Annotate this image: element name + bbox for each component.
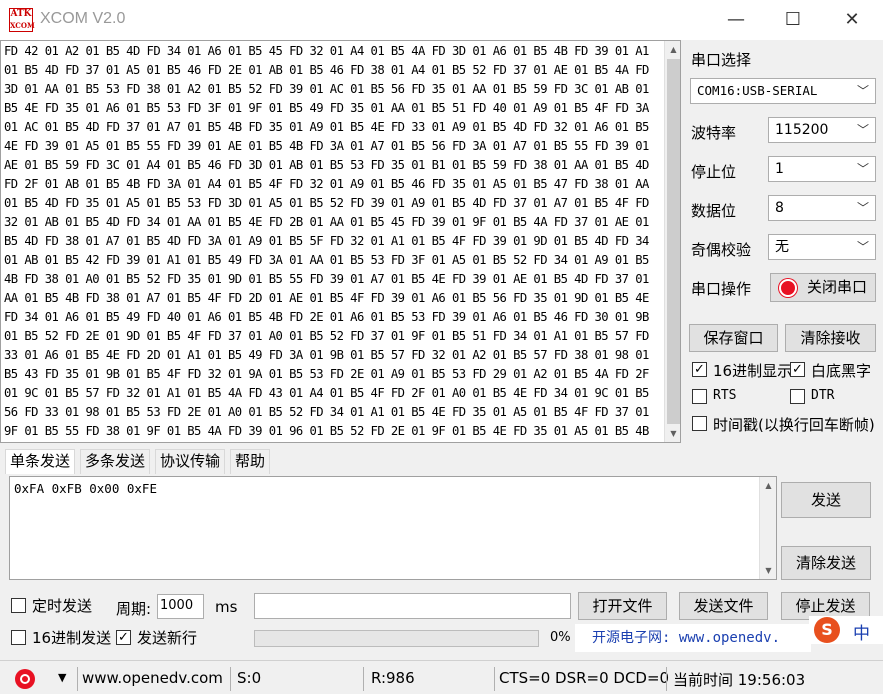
port-select[interactable]: COM16:USB-SERIAL ﹀: [690, 78, 876, 104]
open-file-button[interactable]: 打开文件: [578, 592, 667, 620]
close-port-button[interactable]: 关闭串口: [770, 273, 876, 302]
timestamp-checkbox[interactable]: [692, 416, 707, 431]
ime-mode: 中: [853, 624, 870, 644]
hex-send-label: 16进制发送: [32, 629, 112, 647]
chevron-down-icon: ﹀: [856, 123, 869, 137]
window-title: XCOM V2.0: [40, 10, 126, 27]
receive-scrollbar[interactable]: ▲ ▼: [664, 41, 680, 442]
status-bar: ▼ www.openedv.com S:0 R:986 CTS=0 DSR=0 …: [0, 660, 883, 694]
clear-send-button[interactable]: 清除发送: [781, 546, 871, 580]
baud-select[interactable]: 115200 ﹀: [768, 117, 876, 143]
tab-help[interactable]: 帮助: [230, 449, 271, 474]
received-count: R:986: [371, 669, 415, 687]
send-area[interactable]: 0xFA 0xFB 0x00 0xFE ▲ ▼: [9, 476, 777, 580]
record-icon: [779, 279, 797, 297]
tab-multi-send[interactable]: 多条发送: [80, 449, 151, 474]
sent-count: S:0: [237, 669, 262, 687]
timestamp-label: 时间戳(以换行回车断帧): [713, 416, 875, 434]
dtr-checkbox[interactable]: [790, 389, 805, 404]
stop-bits-label: 停止位: [691, 163, 737, 181]
send-scrollbar[interactable]: ▲ ▼: [759, 477, 776, 579]
send-file-button[interactable]: 发送文件: [679, 592, 768, 620]
chevron-down-icon: ﹀: [856, 201, 869, 215]
white-black-label: 白底黑字: [811, 362, 872, 380]
period-unit: ms: [215, 598, 238, 616]
period-input[interactable]: 1000: [157, 594, 204, 619]
hex-display-label: 16进制显示: [713, 362, 793, 380]
port-label: 串口选择: [691, 51, 752, 69]
clear-receive-button[interactable]: 清除接收: [785, 324, 876, 352]
port-op-label: 串口操作: [691, 280, 752, 298]
data-bits-label: 数据位: [691, 202, 737, 220]
save-window-button[interactable]: 保存窗口: [689, 324, 778, 352]
period-label: 周期:: [116, 600, 152, 618]
send-newline-label: 发送新行: [137, 629, 198, 647]
timed-send-label: 定时发送: [32, 597, 93, 615]
website-link[interactable]: www.openedv.com: [82, 669, 223, 687]
receive-area[interactable]: FD 42 01 A2 01 B5 4D FD 34 01 A6 01 B5 4…: [0, 40, 681, 443]
rts-checkbox[interactable]: [692, 389, 707, 404]
app-icon: [15, 669, 35, 689]
menu-dropdown-icon[interactable]: ▼: [58, 671, 66, 684]
scroll-up-icon[interactable]: ▲: [665, 41, 680, 58]
scroll-down-icon[interactable]: ▼: [665, 425, 680, 442]
send-progress-bar: [254, 630, 539, 647]
chevron-down-icon: ﹀: [856, 162, 869, 176]
sogou-icon: S: [814, 617, 840, 643]
dtr-label: DTR: [811, 388, 835, 403]
tab-single-send[interactable]: 单条发送: [5, 449, 76, 474]
scroll-thumb[interactable]: [667, 59, 680, 424]
progress-percent: 0%: [550, 630, 571, 645]
scroll-down-icon[interactable]: ▼: [760, 562, 777, 579]
scroll-up-icon[interactable]: ▲: [760, 477, 777, 494]
file-path-input[interactable]: [254, 593, 571, 619]
send-text: 0xFA 0xFB 0x00 0xFE: [14, 481, 157, 496]
line-status: CTS=0 DSR=0 DCD=0: [499, 669, 670, 687]
chevron-down-icon: ﹀: [856, 240, 869, 254]
timed-send-checkbox[interactable]: [11, 598, 26, 613]
app-logo: ATK XCOM: [9, 8, 35, 32]
openedv-banner: 开源电子网: www.openedv.: [575, 624, 811, 652]
send-button[interactable]: 发送: [781, 482, 871, 518]
parity-select[interactable]: 无 ﹀: [768, 234, 876, 260]
send-newline-checkbox[interactable]: ✓: [116, 630, 131, 645]
rts-label: RTS: [713, 388, 737, 403]
hex-send-checkbox[interactable]: [11, 630, 26, 645]
hex-display-checkbox[interactable]: ✓: [692, 362, 707, 377]
close-button[interactable]: ✕: [829, 0, 875, 40]
tab-protocol[interactable]: 协议传输: [155, 449, 226, 474]
parity-label: 奇偶校验: [691, 241, 752, 259]
ime-indicator[interactable]: S 中: [809, 616, 883, 644]
stop-bits-select[interactable]: 1 ﹀: [768, 156, 876, 182]
chevron-down-icon: ﹀: [856, 84, 869, 98]
maximize-button[interactable]: ☐: [770, 0, 816, 40]
data-bits-select[interactable]: 8 ﹀: [768, 195, 876, 221]
white-black-checkbox[interactable]: ✓: [790, 362, 805, 377]
minimize-button[interactable]: —: [713, 0, 759, 40]
receive-text: FD 42 01 A2 01 B5 4D FD 34 01 A6 01 B5 4…: [4, 44, 649, 438]
title-bar: ATK XCOM XCOM V2.0 — ☐ ✕: [0, 0, 883, 40]
baud-label: 波特率: [691, 124, 737, 142]
current-time: 当前时间 19:56:03: [673, 671, 806, 689]
